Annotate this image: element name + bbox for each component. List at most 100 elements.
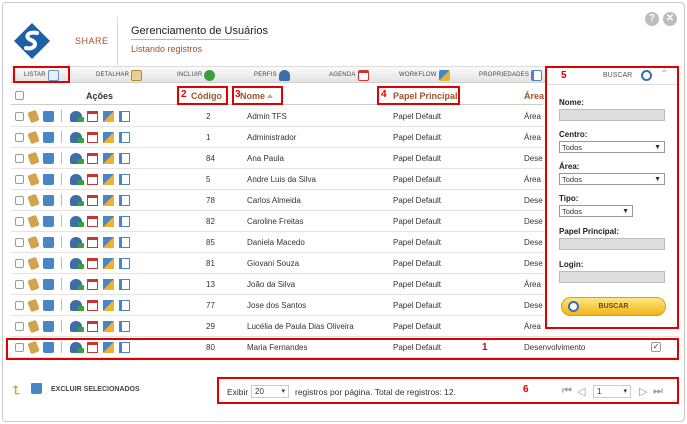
row-checkbox[interactable] bbox=[15, 154, 24, 163]
tab-incluir[interactable]: INCLUIR bbox=[177, 67, 216, 83]
prev-page-icon[interactable]: ◁ bbox=[577, 385, 585, 398]
profiles-icon[interactable] bbox=[70, 320, 84, 332]
row-checkbox[interactable] bbox=[15, 217, 24, 226]
calendar-icon[interactable] bbox=[87, 131, 98, 143]
login-input[interactable] bbox=[559, 271, 665, 283]
trash-icon[interactable] bbox=[43, 173, 54, 185]
next-page-icon[interactable]: ▷ bbox=[639, 385, 647, 398]
edit-icon[interactable] bbox=[27, 319, 40, 333]
edit-icon[interactable] bbox=[27, 193, 40, 207]
edit-icon[interactable] bbox=[27, 235, 40, 249]
calendar-icon[interactable] bbox=[87, 236, 98, 248]
tab-propriedades[interactable]: PROPRIEDADES bbox=[479, 67, 543, 83]
calendar-icon[interactable] bbox=[87, 278, 98, 290]
calendar-icon[interactable] bbox=[87, 320, 98, 332]
trash-icon[interactable] bbox=[43, 257, 54, 269]
edit-icon[interactable] bbox=[27, 172, 40, 186]
search-tab-label[interactable]: BUSCAR bbox=[603, 72, 632, 79]
calendar-icon[interactable] bbox=[87, 194, 98, 206]
document-icon[interactable] bbox=[119, 278, 130, 290]
document-icon[interactable] bbox=[119, 173, 130, 185]
workflow-icon[interactable] bbox=[103, 257, 114, 269]
edit-icon[interactable] bbox=[27, 130, 40, 144]
calendar-icon[interactable] bbox=[87, 110, 98, 122]
edit-icon[interactable] bbox=[27, 277, 40, 291]
workflow-icon[interactable] bbox=[103, 194, 114, 206]
profiles-icon[interactable] bbox=[70, 257, 84, 269]
workflow-icon[interactable] bbox=[103, 173, 114, 185]
page-select[interactable]: 1 ▾ bbox=[593, 385, 631, 398]
close-icon[interactable]: ✕ bbox=[663, 12, 677, 26]
trash-icon[interactable] bbox=[43, 278, 54, 290]
workflow-icon[interactable] bbox=[103, 236, 114, 248]
document-icon[interactable] bbox=[119, 152, 130, 164]
back-arrow-icon[interactable]: ⮤ bbox=[13, 383, 20, 398]
trash-icon[interactable] bbox=[43, 152, 54, 164]
profiles-icon[interactable] bbox=[70, 215, 84, 227]
profiles-icon[interactable] bbox=[70, 236, 84, 248]
edit-icon[interactable] bbox=[27, 298, 40, 312]
workflow-icon[interactable] bbox=[103, 152, 114, 164]
first-page-icon[interactable]: ⏮ bbox=[562, 385, 572, 398]
profiles-icon[interactable] bbox=[70, 131, 84, 143]
calendar-icon[interactable] bbox=[87, 152, 98, 164]
collapse-icon[interactable]: ⌃ bbox=[660, 69, 668, 80]
calendar-icon[interactable] bbox=[87, 299, 98, 311]
trash-icon[interactable] bbox=[43, 299, 54, 311]
row-checkbox[interactable] bbox=[15, 322, 24, 331]
select-all-checkbox[interactable] bbox=[15, 91, 24, 100]
centro-select[interactable]: Todos ▼ bbox=[559, 141, 665, 153]
buscar-button[interactable]: BUSCAR bbox=[561, 297, 666, 316]
row-checkbox[interactable] bbox=[15, 301, 24, 310]
calendar-icon[interactable] bbox=[87, 173, 98, 185]
last-page-icon[interactable]: ⏭ bbox=[653, 385, 663, 398]
calendar-icon[interactable] bbox=[87, 215, 98, 227]
row-checkbox[interactable] bbox=[15, 133, 24, 142]
tab-agenda[interactable]: AGENDA bbox=[329, 67, 369, 83]
trash-icon[interactable] bbox=[43, 215, 54, 227]
per-page-select[interactable]: 20 ▾ bbox=[251, 385, 289, 398]
row-checkbox[interactable] bbox=[15, 112, 24, 121]
help-icon[interactable]: ? bbox=[645, 12, 659, 26]
delete-selected-button[interactable]: EXCLUIR SELECIONADOS bbox=[51, 386, 140, 393]
workflow-icon[interactable] bbox=[103, 215, 114, 227]
calendar-icon[interactable] bbox=[87, 257, 98, 269]
tab-workflow[interactable]: WORKFLOW bbox=[399, 67, 450, 83]
row-checkbox[interactable] bbox=[15, 280, 24, 289]
row-checkbox[interactable] bbox=[15, 259, 24, 268]
tab-perfis[interactable]: PERFIS bbox=[254, 67, 290, 83]
edit-icon[interactable] bbox=[27, 151, 40, 165]
workflow-icon[interactable] bbox=[103, 131, 114, 143]
document-icon[interactable] bbox=[119, 215, 130, 227]
document-icon[interactable] bbox=[119, 110, 130, 122]
row-checkbox[interactable] bbox=[15, 238, 24, 247]
trash-icon[interactable] bbox=[43, 110, 54, 122]
trash-icon[interactable] bbox=[43, 320, 54, 332]
tipo-select[interactable]: Todos ▼ bbox=[559, 205, 633, 217]
workflow-icon[interactable] bbox=[103, 110, 114, 122]
col-area[interactable]: Área bbox=[524, 91, 544, 101]
document-icon[interactable] bbox=[119, 257, 130, 269]
row-checkbox[interactable] bbox=[15, 196, 24, 205]
trash-icon[interactable] bbox=[43, 236, 54, 248]
profiles-icon[interactable] bbox=[70, 173, 84, 185]
profiles-icon[interactable] bbox=[70, 194, 84, 206]
document-icon[interactable] bbox=[119, 320, 130, 332]
edit-icon[interactable] bbox=[27, 214, 40, 228]
profiles-icon[interactable] bbox=[70, 152, 84, 164]
document-icon[interactable] bbox=[119, 236, 130, 248]
tab-detalhar[interactable]: DETALHAR bbox=[96, 67, 143, 83]
trash-icon[interactable] bbox=[31, 383, 42, 394]
edit-icon[interactable] bbox=[27, 109, 40, 123]
profiles-icon[interactable] bbox=[70, 110, 84, 122]
document-icon[interactable] bbox=[119, 131, 130, 143]
profiles-icon[interactable] bbox=[70, 278, 84, 290]
search-icon[interactable] bbox=[641, 70, 652, 81]
nome-input[interactable] bbox=[559, 109, 665, 121]
workflow-icon[interactable] bbox=[103, 299, 114, 311]
profiles-icon[interactable] bbox=[70, 299, 84, 311]
edit-icon[interactable] bbox=[27, 256, 40, 270]
row-checkbox[interactable] bbox=[15, 175, 24, 184]
workflow-icon[interactable] bbox=[103, 278, 114, 290]
document-icon[interactable] bbox=[119, 299, 130, 311]
